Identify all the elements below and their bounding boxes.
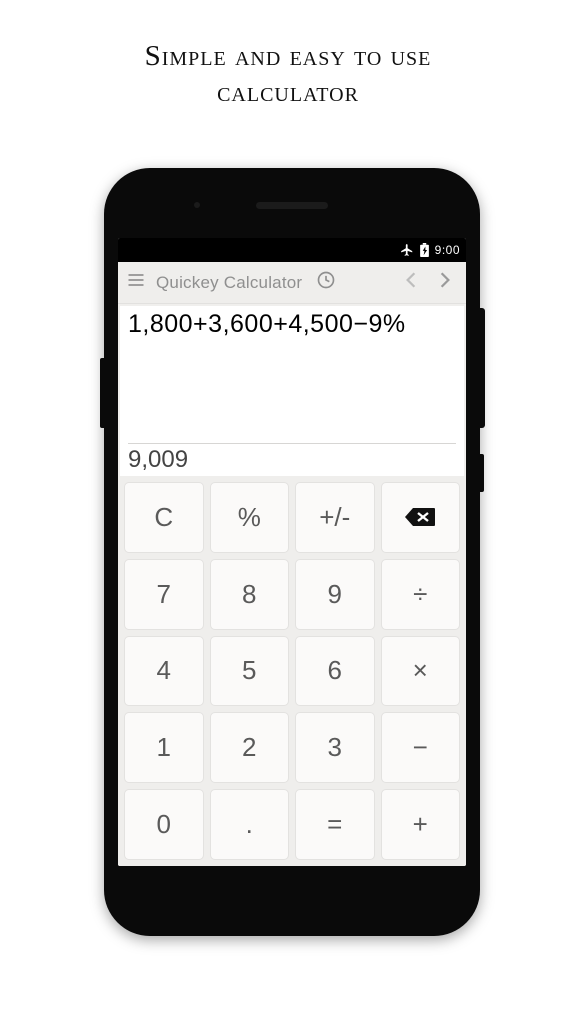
promo-headline: Simple and easy to use calculator [0, 0, 576, 111]
key-5[interactable]: 5 [210, 636, 290, 707]
key-equals[interactable]: = [295, 789, 375, 860]
hamburger-menu-icon[interactable] [126, 270, 146, 295]
key-6[interactable]: 6 [295, 636, 375, 707]
key-divide[interactable]: ÷ [381, 559, 461, 630]
key-3[interactable]: 3 [295, 712, 375, 783]
screen: 9:00 Quickey Calculator 1,800+3,600+4,50… [118, 238, 466, 866]
key-add[interactable]: + [381, 789, 461, 860]
keypad: C % +/- 7 8 9 ÷ 4 5 6 × 1 2 3 − 0 . = + [118, 476, 466, 866]
key-clear[interactable]: C [124, 482, 204, 553]
expression[interactable]: 1,800+3,600+4,500−9% [128, 310, 456, 339]
battery-charging-icon [420, 243, 429, 257]
key-percent[interactable]: % [210, 482, 290, 553]
key-8[interactable]: 8 [210, 559, 290, 630]
result: 9,009 [128, 443, 456, 474]
display-panel: 1,800+3,600+4,500−9% 9,009 [120, 306, 464, 476]
app-title: Quickey Calculator [156, 273, 302, 293]
key-subtract[interactable]: − [381, 712, 461, 783]
key-1[interactable]: 1 [124, 712, 204, 783]
key-backspace[interactable] [381, 482, 461, 553]
status-time: 9:00 [435, 243, 460, 257]
airplane-mode-icon [400, 243, 414, 257]
status-bar: 9:00 [118, 238, 466, 262]
key-7[interactable]: 7 [124, 559, 204, 630]
key-9[interactable]: 9 [295, 559, 375, 630]
next-button[interactable] [432, 271, 458, 295]
phone-speaker [256, 202, 328, 209]
history-icon[interactable] [316, 270, 336, 295]
key-multiply[interactable]: × [381, 636, 461, 707]
phone-frame: 9:00 Quickey Calculator 1,800+3,600+4,50… [104, 168, 480, 936]
key-plusminus[interactable]: +/- [295, 482, 375, 553]
prev-button[interactable] [398, 271, 424, 295]
key-2[interactable]: 2 [210, 712, 290, 783]
key-decimal[interactable]: . [210, 789, 290, 860]
phone-sensor [194, 202, 200, 208]
headline-line1: Simple and easy to use [145, 40, 432, 72]
headline-line2: calculator [217, 76, 359, 108]
key-4[interactable]: 4 [124, 636, 204, 707]
app-bar: Quickey Calculator [118, 262, 466, 304]
key-0[interactable]: 0 [124, 789, 204, 860]
backspace-icon [404, 506, 436, 528]
